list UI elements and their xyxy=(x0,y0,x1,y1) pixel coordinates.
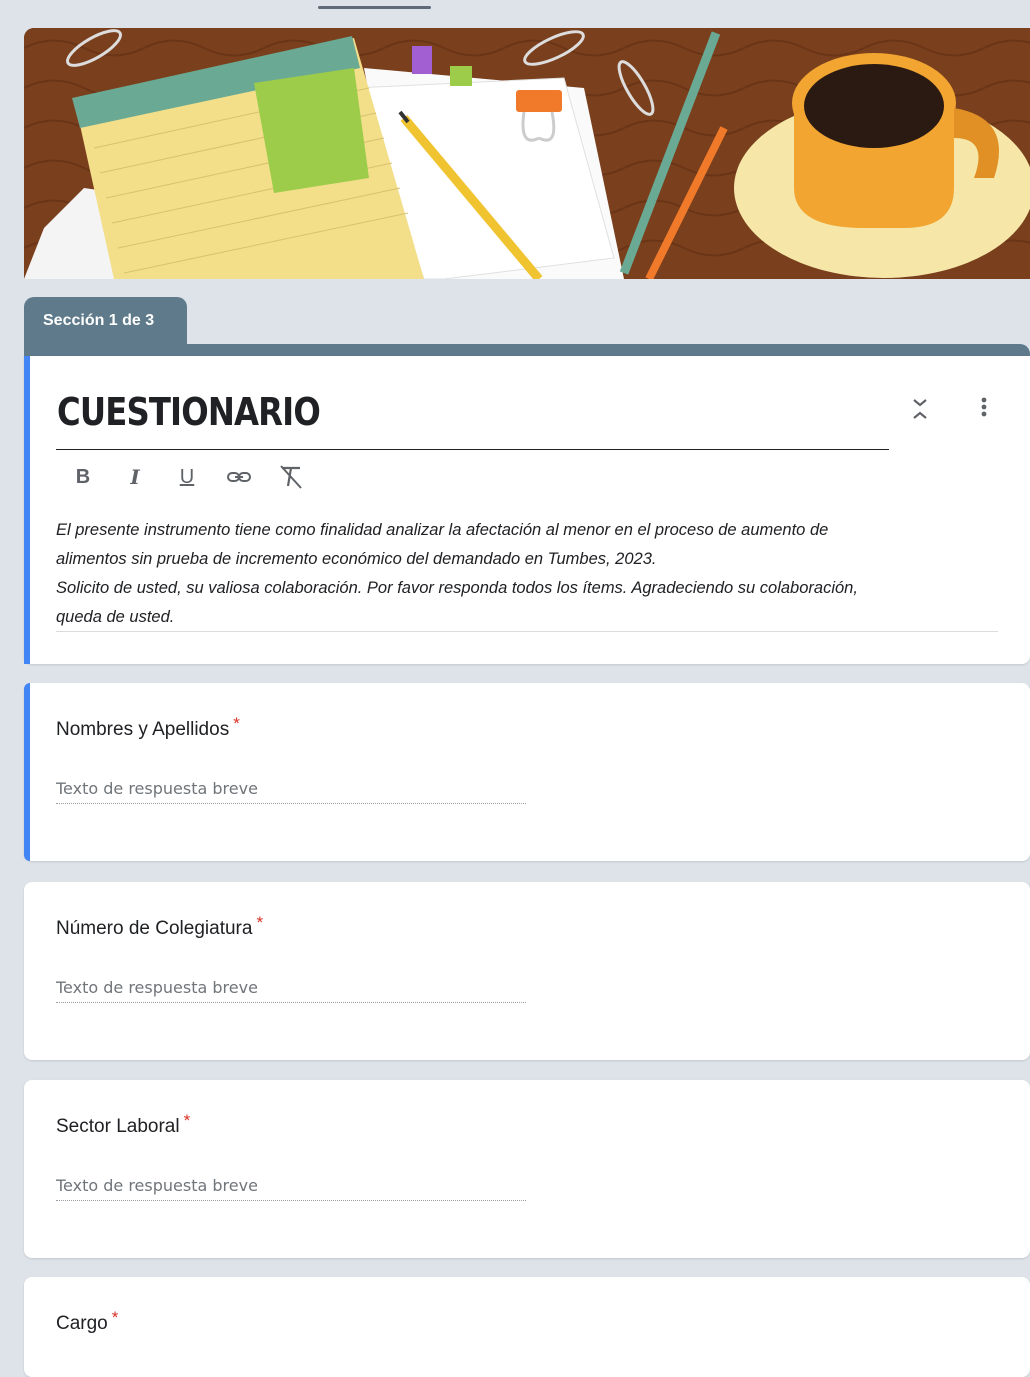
active-accent-bar xyxy=(24,356,30,664)
description-line: El presente instrumento tiene como final… xyxy=(56,521,829,539)
title-underline xyxy=(56,449,889,450)
link-icon[interactable] xyxy=(224,462,254,492)
required-mark: * xyxy=(111,1308,119,1327)
question-label: Cargo * xyxy=(56,1308,118,1335)
description-line: Solicito de usted, su valiosa colaboraci… xyxy=(56,579,858,597)
short-answer-field[interactable]: Texto de respuesta breve xyxy=(56,779,526,804)
description-underline xyxy=(56,631,998,632)
italic-button[interactable]: I xyxy=(120,462,150,492)
collapse-section-icon[interactable] xyxy=(908,394,932,424)
section-tab[interactable]: Sección 1 de 3 xyxy=(24,297,187,349)
short-answer-field[interactable]: Texto de respuesta breve xyxy=(56,1176,526,1201)
question-title: Nombres y Apellidos xyxy=(56,719,230,740)
question-card-nombres[interactable]: Nombres y Apellidos * Texto de respuesta … xyxy=(24,683,1030,861)
bold-button[interactable]: B xyxy=(68,462,98,492)
question-label: Nombres y Apellidos * xyxy=(56,714,240,741)
question-label: Sector Laboral * xyxy=(56,1111,190,1138)
clear-formatting-icon[interactable] xyxy=(276,462,306,492)
description-line: alimentos sin prueba de incremento econó… xyxy=(56,550,657,568)
question-title: Número de Colegiatura xyxy=(56,918,253,939)
required-mark: * xyxy=(256,913,264,932)
more-options-icon[interactable] xyxy=(972,394,996,424)
form-title[interactable]: CUESTIONARIO xyxy=(57,390,321,434)
short-answer-field[interactable]: Texto de respuesta breve xyxy=(56,978,526,1003)
form-header-card[interactable]: CUESTIONARIO B I U El presente instrumen… xyxy=(24,356,1030,664)
question-title: Cargo xyxy=(56,1313,108,1334)
required-mark: * xyxy=(233,714,240,733)
question-label: Número de Colegiatura * xyxy=(56,913,263,940)
question-card-cargo[interactable]: Cargo * xyxy=(24,1277,1030,1377)
active-tab-indicator xyxy=(318,6,431,9)
active-accent-bar xyxy=(24,683,30,861)
description-line: queda de usted. xyxy=(56,608,175,626)
underline-button[interactable]: U xyxy=(172,462,202,492)
header-banner-image xyxy=(24,28,1030,279)
section-label: Sección 1 de 3 xyxy=(43,312,155,329)
question-title: Sector Laboral xyxy=(56,1116,180,1137)
required-mark: * xyxy=(183,1111,191,1130)
form-description[interactable]: El presente instrumento tiene como final… xyxy=(56,516,1001,632)
question-card-colegiatura[interactable]: Número de Colegiatura * Texto de respuest… xyxy=(24,882,1030,1060)
question-card-sector[interactable]: Sector Laboral * Texto de respuesta breve xyxy=(24,1080,1030,1258)
